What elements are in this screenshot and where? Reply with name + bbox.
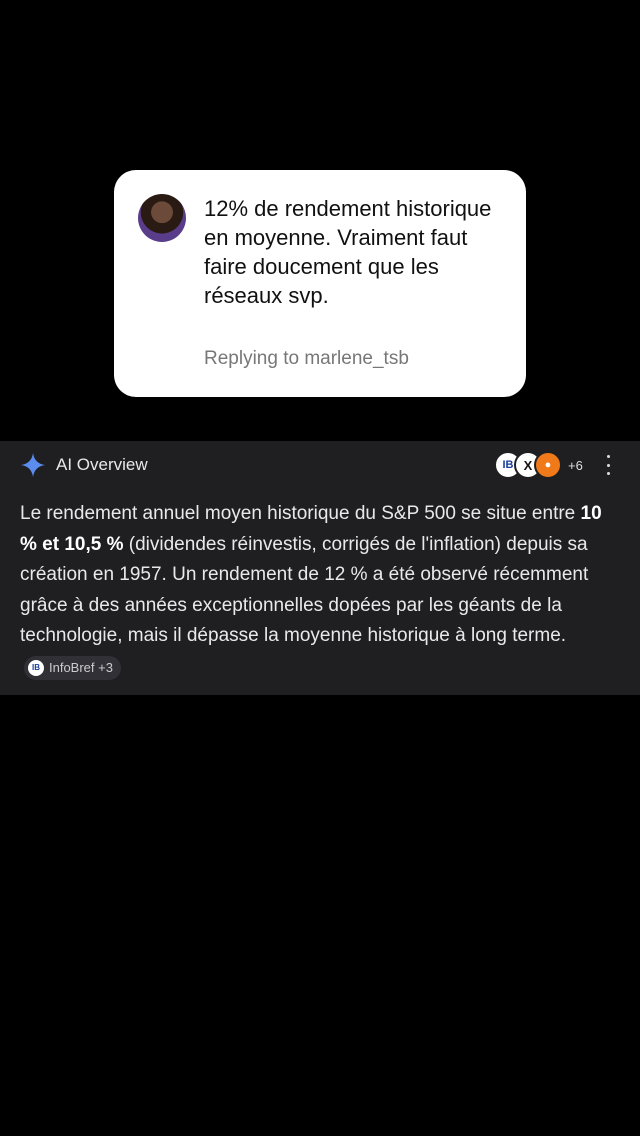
sparkle-icon <box>21 453 45 477</box>
ai-overview-panel: AI Overview IB X ● +6 Le rendement annue… <box>0 441 640 695</box>
reply-card: 12% de rendement historique en moyenne. … <box>114 170 526 397</box>
ai-overview-text: Le rendement annuel moyen historique du … <box>20 499 620 682</box>
sources-button[interactable]: IB X ● +6 <box>494 451 583 479</box>
reply-comment-text: 12% de rendement historique en moyenne. … <box>204 196 492 308</box>
ai-overview-title: AI Overview <box>56 455 148 474</box>
sources-count: +6 <box>568 457 583 473</box>
avatar <box>138 194 186 242</box>
replying-to-label: Replying to marlene_tsb <box>204 348 409 369</box>
ai-text-part1: Le rendement annuel moyen historique du … <box>20 503 581 524</box>
more-options-icon[interactable] <box>600 455 616 475</box>
citation-label: InfoBref +3 <box>49 659 113 675</box>
infobref-logo-icon: IB <box>28 659 44 676</box>
citation-chip[interactable]: IB InfoBref +3 <box>24 655 121 680</box>
ai-overview-header: AI Overview <box>20 451 148 479</box>
orange-source-icon: ● <box>534 451 562 479</box>
